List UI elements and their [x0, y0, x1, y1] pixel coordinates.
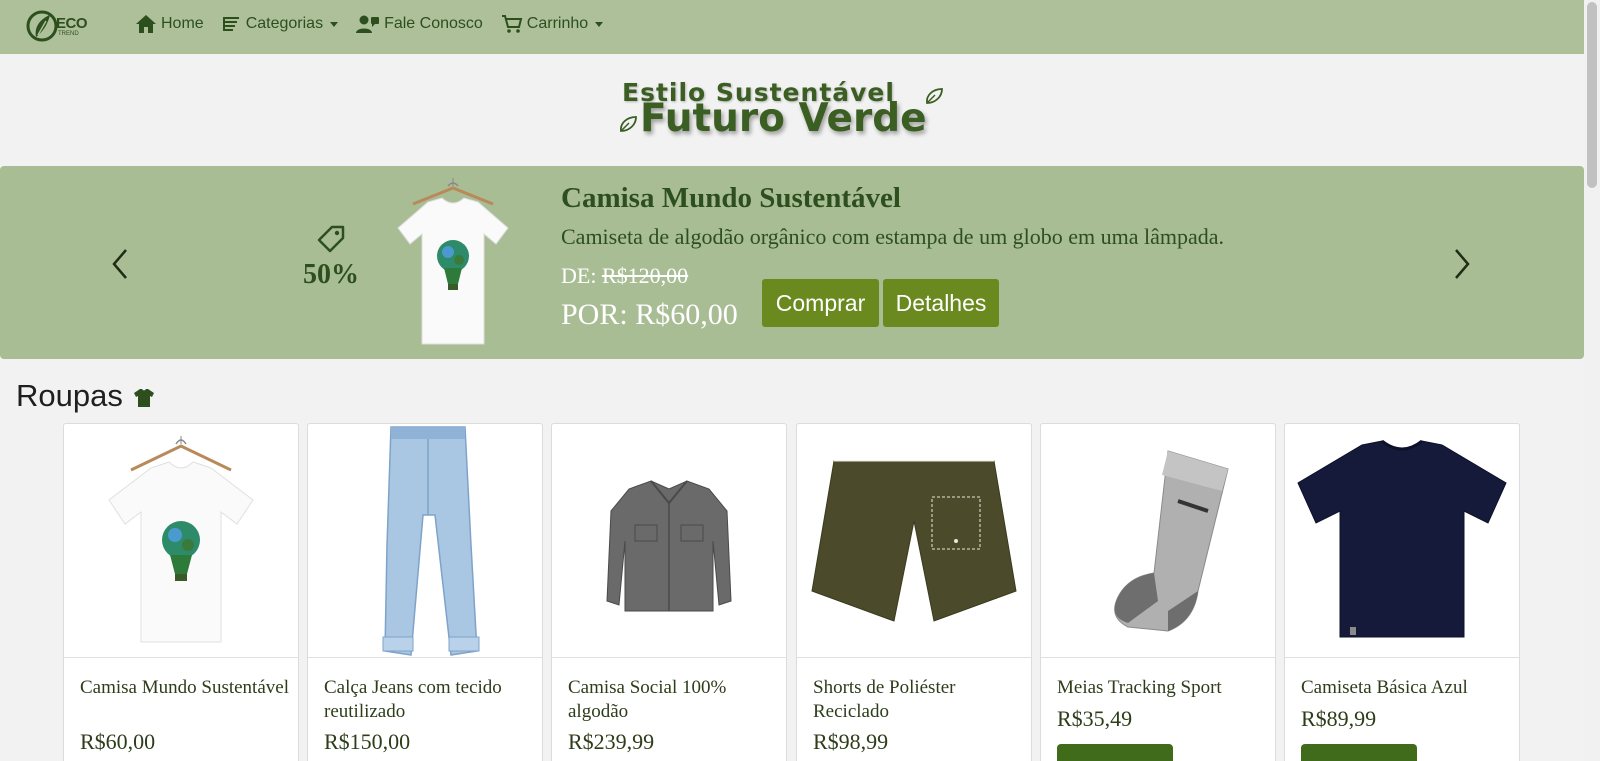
- product-card[interactable]: Shorts de Poliéster Reciclado R$98,99: [796, 423, 1032, 761]
- product-image[interactable]: [308, 424, 542, 658]
- add-to-cart-button[interactable]: [1057, 744, 1173, 761]
- tshirt-lightbulb-icon: [397, 178, 509, 345]
- nav-carrinho[interactable]: Carrinho: [501, 14, 604, 34]
- product-name[interactable]: Calça Jeans com tecido reutilizado: [324, 676, 534, 724]
- product-image[interactable]: [1041, 424, 1275, 658]
- logo-text: ECO: [56, 14, 88, 32]
- product-card[interactable]: Camisa Mundo Sustentável R$60,00: [63, 423, 299, 761]
- hero-heading: Estilo Sustentável Futuro Verde: [618, 76, 958, 141]
- product-name[interactable]: Meias Tracking Sport: [1057, 676, 1267, 700]
- product-name[interactable]: Camisa Social 100% algodão: [568, 676, 778, 724]
- product-name[interactable]: Camisa Mundo Sustentável: [80, 676, 290, 700]
- nav-categorias-label: Categorias: [245, 15, 324, 32]
- nav-fale-conosco-label: Fale Conosco: [384, 15, 483, 32]
- product-price: R$150,00: [324, 729, 411, 754]
- hero-line2: Futuro Verde: [640, 96, 927, 141]
- carousel-product-description: Camiseta de algodão orgânico com estampa…: [561, 224, 1225, 249]
- details-button[interactable]: Detalhes: [883, 279, 999, 327]
- discount-badge: 50%: [296, 224, 366, 291]
- jacket-icon: [606, 479, 732, 611]
- nav-home[interactable]: Home: [135, 14, 204, 34]
- chevron-down-icon: [330, 21, 339, 27]
- product-name[interactable]: Shorts de Poliéster Reciclado: [813, 676, 1023, 724]
- product-price: R$89,99: [1301, 706, 1377, 731]
- navbar: ECO TREND Home Categorias Fale Conosco C…: [0, 0, 1584, 54]
- product-card[interactable]: Camisa Social 100% algodão R$239,99: [551, 423, 787, 761]
- product-image[interactable]: [797, 424, 1031, 658]
- product-image[interactable]: [64, 424, 298, 658]
- old-price-prefix: DE:: [561, 263, 597, 288]
- product-price: R$60,00: [80, 729, 156, 754]
- leaf-icon: [620, 116, 637, 132]
- nav-carrinho-label: Carrinho: [526, 15, 589, 32]
- carousel-product-image[interactable]: [388, 176, 518, 346]
- product-name[interactable]: Camiseta Básica Azul: [1301, 676, 1511, 700]
- cart-icon: [501, 15, 523, 33]
- add-to-cart-button[interactable]: [1301, 744, 1417, 761]
- product-card[interactable]: Camiseta Básica Azul R$89,99: [1284, 423, 1520, 761]
- product-price: R$98,99: [813, 729, 889, 754]
- section-title: Roupas: [16, 378, 155, 414]
- carousel-prev-button[interactable]: [104, 244, 134, 284]
- chevron-right-icon: [1455, 249, 1470, 279]
- shorts-icon: [811, 460, 1017, 622]
- chevron-down-icon: [595, 21, 604, 27]
- tshirt-icon: [133, 389, 154, 407]
- product-card[interactable]: Calça Jeans com tecido reutilizado R$150…: [307, 423, 543, 761]
- main-nav: Home Categorias Fale Conosco Carrinho: [135, 0, 621, 48]
- nav-fale-conosco[interactable]: Fale Conosco: [356, 14, 483, 34]
- product-price: R$35,49: [1057, 706, 1133, 731]
- page-scrollbar[interactable]: [1584, 0, 1600, 761]
- scrollbar-thumb[interactable]: [1587, 2, 1597, 188]
- sock-icon: [1114, 449, 1229, 632]
- buy-button[interactable]: Comprar: [762, 279, 879, 327]
- nav-home-label: Home: [161, 15, 204, 32]
- logo[interactable]: ECO TREND: [26, 9, 96, 43]
- home-icon: [136, 15, 156, 33]
- contact-person-icon: [356, 15, 380, 33]
- carousel-old-price: DE: R$120,00: [561, 263, 688, 289]
- product-image[interactable]: [552, 424, 786, 658]
- carousel-new-price: POR: R$60,00: [561, 298, 738, 331]
- product-card[interactable]: Meias Tracking Sport R$35,49: [1040, 423, 1276, 761]
- leaf-logo-icon: [26, 10, 58, 42]
- product-price: R$239,99: [568, 729, 655, 754]
- price-tag-icon: [317, 225, 345, 253]
- product-image[interactable]: [1285, 424, 1519, 658]
- tshirt-navy-icon: [1297, 439, 1507, 637]
- list-icon: [222, 17, 239, 31]
- discount-percent: 50%: [303, 259, 359, 290]
- tshirt-lightbulb-icon: [108, 435, 254, 642]
- old-price-value: R$120,00: [601, 263, 689, 288]
- promo-carousel: 50% Camisa Mundo Sustentável Camiseta de…: [0, 166, 1584, 359]
- jeans-icon: [382, 425, 480, 656]
- chevron-left-icon: [112, 249, 127, 279]
- section-title-text: Roupas: [16, 378, 123, 413]
- carousel-next-button[interactable]: [1448, 244, 1478, 284]
- nav-categorias[interactable]: Categorias: [222, 15, 339, 33]
- leaf-icon: [926, 88, 943, 104]
- carousel-product-title: Camisa Mundo Sustentável: [561, 182, 901, 214]
